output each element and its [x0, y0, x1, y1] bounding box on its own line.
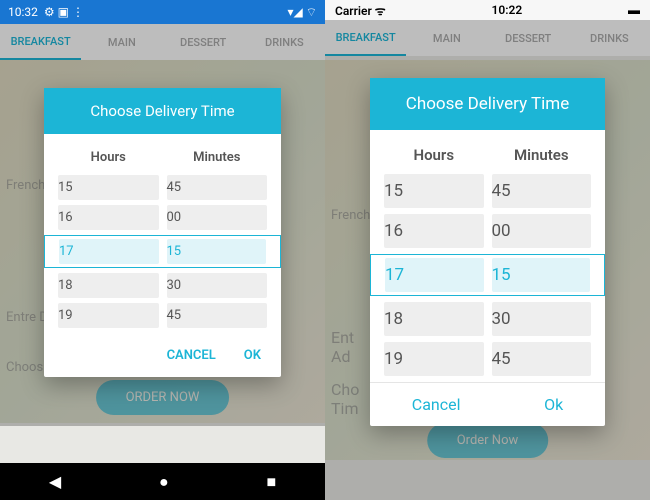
minutes-header: Minutes — [163, 144, 272, 175]
battery-icon: ▬ — [628, 3, 640, 17]
minute-option[interactable]: 00 — [167, 205, 268, 230]
ios-screen: Carrier ᯤ 10:22 ▬ BREAKFAST MAIN DESSERT… — [325, 0, 650, 500]
dialog-actions: Cancel Ok — [370, 382, 605, 426]
android-statusbar: 10:32 ⚙ ▣ ⋮ ▾◢ ⌔ — [0, 0, 325, 24]
hours-header: Hours — [54, 144, 163, 175]
ok-button[interactable]: OK — [244, 348, 261, 363]
hour-option[interactable]: 18 — [58, 273, 159, 298]
hour-option[interactable]: 16 — [58, 205, 159, 230]
statusbar-time: 10:22 — [386, 3, 628, 17]
carrier-label: Carrier ᯤ — [335, 2, 386, 19]
cancel-button[interactable]: Cancel — [412, 395, 461, 414]
cancel-button[interactable]: CANCEL — [167, 348, 216, 363]
statusbar-icons-right: ▾◢ ⌔ — [287, 5, 317, 20]
hours-column: Hours — [54, 144, 163, 175]
delivery-time-dialog: Choose Delivery Time Hours Minutes 1545 … — [44, 88, 281, 377]
hour-selected[interactable]: 17 — [59, 239, 159, 264]
ios-device: Carrier ᯤ 10:22 ▬ BREAKFAST MAIN DESSERT… — [325, 0, 650, 500]
minutes-header: Minutes — [488, 140, 596, 174]
minute-option[interactable]: 45 — [492, 174, 592, 208]
hour-option[interactable]: 15 — [58, 175, 159, 200]
hours-header: Hours — [380, 140, 488, 174]
picker-columns: Hours Minutes — [370, 130, 605, 174]
hour-option[interactable]: 18 — [384, 302, 484, 336]
ios-statusbar: Carrier ᯤ 10:22 ▬ — [325, 0, 650, 20]
android-device: 10:32 ⚙ ▣ ⋮ ▾◢ ⌔ BREAKFAST MAIN DESSERT … — [0, 0, 325, 500]
picker-rows[interactable]: 1545 1600 1715 1830 1945 — [370, 174, 605, 382]
delivery-time-dialog: Choose Delivery Time Hours Minutes 1545 … — [370, 78, 605, 426]
hour-option[interactable]: 16 — [384, 214, 484, 248]
statusbar-icons-left: ⚙ ▣ ⋮ — [44, 5, 84, 19]
home-icon[interactable]: ● — [159, 472, 169, 492]
ok-button[interactable]: Ok — [544, 395, 563, 414]
minute-option[interactable]: 45 — [167, 303, 268, 328]
dialog-title: Choose Delivery Time — [370, 78, 605, 130]
statusbar-time: 10:32 — [8, 5, 38, 19]
hour-selected[interactable]: 17 — [385, 258, 484, 292]
hour-option[interactable]: 19 — [58, 303, 159, 328]
back-icon[interactable]: ◀ — [49, 472, 61, 491]
selected-row[interactable]: 1715 — [44, 235, 281, 268]
minute-selected[interactable]: 15 — [492, 258, 591, 292]
picker-columns: Hours Minutes — [44, 134, 281, 175]
android-navbar: ◀ ● ■ — [0, 463, 325, 500]
dialog-actions: CANCEL OK — [44, 334, 281, 377]
minute-option[interactable]: 00 — [492, 214, 592, 248]
minute-selected[interactable]: 15 — [167, 239, 267, 264]
minutes-column: Minutes — [163, 144, 272, 175]
hour-option[interactable]: 15 — [384, 174, 484, 208]
hour-option[interactable]: 19 — [384, 342, 484, 376]
android-screen: 10:32 ⚙ ▣ ⋮ ▾◢ ⌔ BREAKFAST MAIN DESSERT … — [0, 0, 325, 463]
picker-rows[interactable]: 1545 1600 1715 1830 1945 — [44, 175, 281, 334]
minute-option[interactable]: 45 — [167, 175, 268, 200]
minute-option[interactable]: 45 — [492, 342, 592, 376]
recent-icon[interactable]: ■ — [266, 472, 276, 492]
dialog-title: Choose Delivery Time — [44, 88, 281, 134]
selected-row[interactable]: 1715 — [370, 254, 605, 296]
minute-option[interactable]: 30 — [492, 302, 592, 336]
minute-option[interactable]: 30 — [167, 273, 268, 298]
